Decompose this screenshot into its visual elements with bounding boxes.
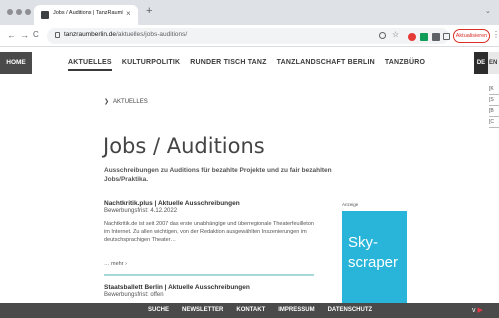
extension-red-icon[interactable] bbox=[408, 33, 416, 41]
lang-en-button[interactable]: EN bbox=[488, 52, 499, 74]
browser-menu-icon[interactable]: ⋮ bbox=[492, 30, 499, 39]
footer-impressum-link[interactable]: IMPRESSUM bbox=[278, 303, 314, 318]
vimeo-icon[interactable]: v bbox=[472, 307, 476, 314]
ad-text: Sky-scraper bbox=[348, 234, 399, 271]
page-subtitle: Ausschreibungen zu Auditions für bezahlt… bbox=[104, 167, 332, 183]
web-page: HOME AKTUELLES KULTURPOLITIK RUNDER TISC… bbox=[0, 48, 499, 318]
chevron-right-icon: ❯ bbox=[104, 99, 110, 105]
browser-toolbar: ← → C tanzraumberlin.de/aktuelles/jobs-a… bbox=[0, 25, 499, 47]
share-icon[interactable] bbox=[379, 32, 386, 39]
side-menu-item[interactable]: [K bbox=[489, 84, 499, 95]
back-button[interactable]: ← bbox=[7, 30, 16, 40]
extension-green-icon[interactable] bbox=[420, 33, 428, 41]
language-switcher: DE EN bbox=[474, 52, 499, 74]
entry-title-link[interactable]: Nachtkritik.plus | Aktuelle Ausschreibun… bbox=[104, 200, 240, 207]
entry-deadline: Bewerbungsfrist: offen bbox=[104, 292, 164, 298]
nav-kulturpolitik[interactable]: KULTURPOLITIK bbox=[122, 59, 180, 71]
entry-title-link[interactable]: Staatsballett Berlin | Aktuelle Ausschre… bbox=[104, 284, 250, 291]
minimize-window-button[interactable] bbox=[16, 9, 22, 15]
nav-tanzbuero[interactable]: TANZBÜRO bbox=[385, 59, 425, 71]
close-window-button[interactable] bbox=[7, 9, 13, 15]
footer-bar: SUCHE NEWSLETTER KONTAKT IMPRESSUM DATEN… bbox=[0, 303, 499, 318]
browser-tab-strip: Jobs / Auditions | TanzRaumB... × + ⌄ bbox=[0, 0, 499, 25]
forward-button[interactable]: → bbox=[20, 30, 29, 40]
star-icon[interactable]: ☆ bbox=[392, 30, 399, 39]
entry-divider bbox=[104, 274, 314, 276]
skyscraper-ad[interactable]: Sky-scraper bbox=[342, 211, 407, 318]
ad-label: Anzeige bbox=[342, 202, 359, 207]
extensions-puzzle-icon[interactable] bbox=[432, 33, 440, 41]
footer-social-icons: v ▶ bbox=[472, 306, 483, 315]
url-domain: tanzraumberlin.de bbox=[64, 31, 117, 38]
address-bar[interactable]: tanzraumberlin.de/aktuelles/jobs-auditio… bbox=[47, 28, 449, 44]
footer-datenschutz-link[interactable]: DATENSCHUTZ bbox=[328, 303, 373, 318]
youtube-icon[interactable]: ▶ bbox=[477, 307, 482, 314]
tab-title: Jobs / Auditions | TanzRaumB... bbox=[53, 10, 123, 16]
entry-deadline: Bewerbungsfrist: 4.12.2022 bbox=[104, 208, 178, 214]
lang-de-button[interactable]: DE bbox=[474, 52, 488, 74]
entry-teaser: Nachtkritik.de ist seit 2007 das erste u… bbox=[104, 221, 314, 243]
breadcrumb: ❯ AKTUELLES bbox=[104, 98, 148, 105]
side-menu-item[interactable]: [C bbox=[489, 117, 499, 128]
reload-button[interactable]: C bbox=[33, 30, 39, 40]
url-text[interactable]: tanzraumberlin.de/aktuelles/jobs-auditio… bbox=[64, 31, 187, 38]
nav-home[interactable]: HOME bbox=[0, 52, 32, 74]
side-menu: [K [S [B [C bbox=[489, 84, 499, 128]
main-navigation: AKTUELLES KULTURPOLITIK RUNDER TISCH TAN… bbox=[68, 59, 425, 71]
breadcrumb-aktuelles-link[interactable]: AKTUELLES bbox=[113, 99, 148, 105]
nav-aktuelles[interactable]: AKTUELLES bbox=[68, 59, 112, 71]
zoom-window-button[interactable] bbox=[25, 9, 31, 15]
browser-tab[interactable]: Jobs / Auditions | TanzRaumB... × bbox=[34, 5, 138, 25]
site-favicon-icon bbox=[41, 11, 49, 19]
read-more-link[interactable]: … mehr › bbox=[104, 261, 127, 267]
footer-suche-link[interactable]: SUCHE bbox=[148, 303, 169, 318]
side-panel-icon[interactable] bbox=[443, 33, 450, 40]
tab-search-icon[interactable]: ⌄ bbox=[485, 7, 491, 15]
new-tab-button[interactable]: + bbox=[146, 5, 152, 18]
lock-icon bbox=[55, 32, 60, 38]
nav-tanzlandschaft-berlin[interactable]: TANZLANDSCHAFT BERLIN bbox=[277, 59, 375, 71]
page-title: Jobs / Auditions bbox=[103, 134, 265, 158]
footer-links: SUCHE NEWSLETTER KONTAKT IMPRESSUM DATEN… bbox=[148, 303, 372, 318]
url-path: /aktuelles/jobs-auditions/ bbox=[116, 31, 188, 38]
nav-runder-tisch-tanz[interactable]: RUNDER TISCH TANZ bbox=[190, 59, 266, 71]
footer-newsletter-link[interactable]: NEWSLETTER bbox=[182, 303, 223, 318]
tab-close-icon[interactable]: × bbox=[126, 9, 131, 18]
side-menu-item[interactable]: [B bbox=[489, 106, 499, 117]
side-menu-item[interactable]: [S bbox=[489, 95, 499, 106]
footer-kontakt-link[interactable]: KONTAKT bbox=[236, 303, 265, 318]
update-browser-button[interactable]: Aktualisieren bbox=[453, 29, 490, 43]
